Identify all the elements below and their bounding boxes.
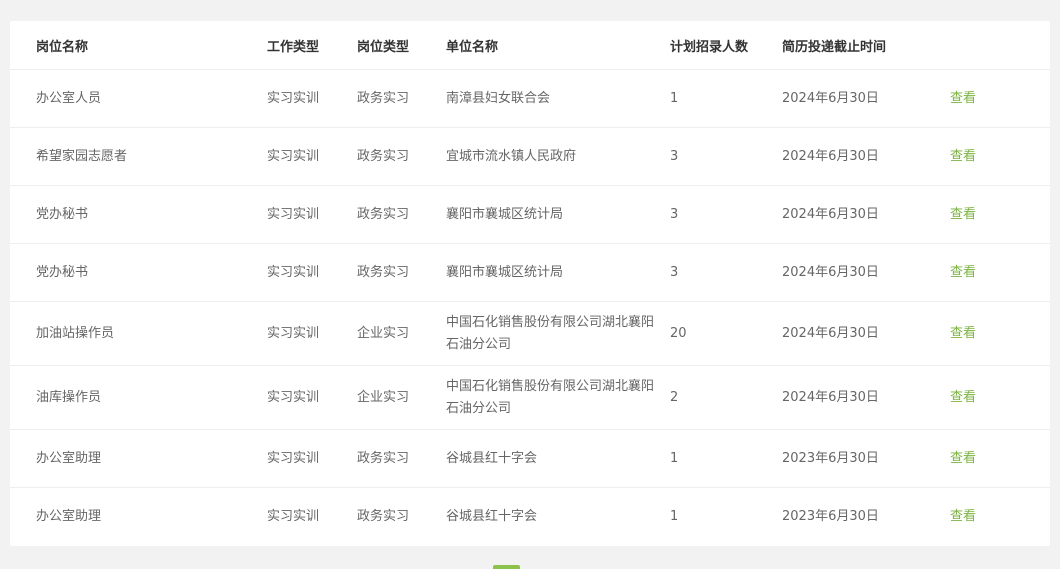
pagination-current-page[interactable]	[493, 565, 520, 569]
cell-action: 查看	[950, 488, 1050, 546]
table-row: 油库操作员 实习实训 企业实习 中国石化销售股份有限公司湖北襄阳石油分公司 2 …	[10, 365, 1050, 430]
header-company-name: 单位名称	[446, 21, 670, 70]
cell-work-type: 实习实训	[267, 243, 357, 302]
table-row: 办公室助理 实习实训 政务实习 谷城县红十字会 1 2023年6月30日 查看	[10, 429, 1050, 488]
view-link[interactable]: 查看	[950, 451, 976, 466]
view-link[interactable]: 查看	[950, 390, 976, 405]
cell-company-name: 谷城县红十字会	[446, 488, 670, 546]
cell-action: 查看	[950, 127, 1050, 186]
company-name-text: 宜城市流水镇人民政府	[446, 148, 577, 164]
cell-position-type: 政务实习	[357, 508, 410, 524]
header-work-type: 工作类型	[267, 21, 357, 70]
view-link[interactable]: 查看	[950, 509, 976, 524]
cell-resume-deadline: 2024年6月30日	[782, 127, 950, 186]
cell-planned-quota: 1	[670, 429, 782, 488]
header-position-type: 岗位类型	[357, 21, 446, 70]
cell-position-type: 政务实习	[357, 243, 446, 302]
cell-resume-deadline: 2023年6月30日	[782, 429, 950, 488]
header-planned-quota: 计划招录人数	[670, 21, 782, 70]
cell-company-name: 南漳县妇女联合会	[446, 69, 670, 128]
cell-planned-quota: 2	[670, 365, 782, 430]
cell-work-type: 实习实训	[267, 185, 357, 244]
cell-action: 查看	[950, 301, 1050, 366]
cell-work-type: 实习实训	[267, 69, 357, 128]
cell-action: 查看	[950, 365, 1050, 430]
company-name-text: 谷城县红十字会	[446, 450, 538, 466]
cell-company-name: 中国石化销售股份有限公司湖北襄阳石油分公司	[446, 365, 670, 430]
cell-company-name: 襄阳市襄城区统计局	[446, 243, 670, 302]
cell-position-name: 办公室助理	[10, 429, 267, 488]
company-name-text: 南漳县妇女联合会	[446, 90, 551, 106]
cell-action: 查看	[950, 429, 1050, 488]
cell-resume-deadline: 2024年6月30日	[782, 185, 950, 244]
table-row: 党办秘书 实习实训 政务实习 襄阳市襄城区统计局 3 2024年6月30日 查看	[10, 243, 1050, 302]
cell-work-type: 实习实训	[267, 301, 357, 366]
cell-planned-quota: 3	[670, 185, 782, 244]
cell-position-name: 办公室助理	[36, 508, 102, 524]
cell-action: 查看	[950, 69, 1050, 128]
cell-planned-quota: 1	[670, 69, 782, 128]
cell-position-name: 油库操作员	[10, 365, 267, 430]
cell-position-type: 企业实习	[357, 301, 446, 366]
company-name-text: 中国石化销售股份有限公司湖北襄阳石油分公司	[446, 314, 655, 352]
cell-company-name: 宜城市流水镇人民政府	[446, 127, 670, 186]
cell-action: 查看	[950, 185, 1050, 244]
cell-position-type: 政务实习	[357, 69, 446, 128]
cell-company-name: 中国石化销售股份有限公司湖北襄阳石油分公司	[446, 301, 670, 366]
cell-resume-deadline: 2024年6月30日	[782, 243, 950, 302]
cell-work-type: 实习实训	[267, 127, 357, 186]
table-row: 办公室人员 实习实训 政务实习 南漳县妇女联合会 1 2024年6月30日 查看	[10, 69, 1050, 128]
cell-resume-deadline: 2023年6月30日	[782, 508, 879, 524]
cell-position-type: 政务实习	[357, 127, 446, 186]
view-link[interactable]: 查看	[950, 326, 976, 341]
view-link[interactable]: 查看	[950, 207, 976, 222]
cell-work-type: 实习实训	[267, 508, 320, 524]
cell-work-type: 实习实训	[267, 429, 357, 488]
company-name-text: 襄阳市襄城区统计局	[446, 206, 564, 222]
cell-resume-deadline: 2024年6月30日	[782, 301, 950, 366]
job-listing-panel: 岗位名称 工作类型 岗位类型 单位名称 计划招录人数 简历投递截止时间 办公室人…	[10, 21, 1050, 546]
cell-resume-deadline: 2024年6月30日	[782, 69, 950, 128]
cell-position-name: 党办秘书	[10, 243, 267, 302]
cell-position-name: 党办秘书	[10, 185, 267, 244]
header-resume-deadline: 简历投递截止时间	[782, 21, 950, 70]
company-name-text: 谷城县红十字会	[446, 508, 538, 524]
cell-company-name: 谷城县红十字会	[446, 429, 670, 488]
cell-planned-quota: 3	[670, 243, 782, 302]
table-header-row: 岗位名称 工作类型 岗位类型 单位名称 计划招录人数 简历投递截止时间	[10, 21, 1050, 70]
cell-position-type: 政务实习	[357, 429, 446, 488]
company-name-text: 中国石化销售股份有限公司湖北襄阳石油分公司	[446, 378, 655, 416]
view-link[interactable]: 查看	[950, 149, 976, 164]
cell-planned-quota: 3	[670, 127, 782, 186]
cell-planned-quota: 20	[670, 301, 782, 366]
cell-position-name: 加油站操作员	[10, 301, 267, 366]
cell-company-name: 襄阳市襄城区统计局	[446, 185, 670, 244]
cell-work-type: 实习实训	[267, 365, 357, 430]
table-row: 党办秘书 实习实训 政务实习 襄阳市襄城区统计局 3 2024年6月30日 查看	[10, 185, 1050, 244]
cell-action: 查看	[950, 243, 1050, 302]
cell-position-type: 企业实习	[357, 365, 446, 430]
table-row: 希望家园志愿者 实习实训 政务实习 宜城市流水镇人民政府 3 2024年6月30…	[10, 127, 1050, 186]
company-name-text: 襄阳市襄城区统计局	[446, 264, 564, 280]
table-row: 办公室助理 实习实训 政务实习 谷城县红十字会 1 2023年6月30日 查看	[10, 488, 1050, 546]
view-link[interactable]: 查看	[950, 91, 976, 106]
job-table: 岗位名称 工作类型 岗位类型 单位名称 计划招录人数 简历投递截止时间 办公室人…	[10, 21, 1050, 545]
table-row: 加油站操作员 实习实训 企业实习 中国石化销售股份有限公司湖北襄阳石油分公司 2…	[10, 301, 1050, 366]
cell-position-name: 办公室人员	[10, 69, 267, 128]
cell-resume-deadline: 2024年6月30日	[782, 365, 950, 430]
cell-position-type: 政务实习	[357, 185, 446, 244]
cell-planned-quota: 1	[670, 508, 679, 524]
view-link[interactable]: 查看	[950, 265, 976, 280]
cell-position-name: 希望家园志愿者	[10, 127, 267, 186]
header-action	[950, 21, 1050, 70]
header-position-name: 岗位名称	[10, 21, 267, 70]
